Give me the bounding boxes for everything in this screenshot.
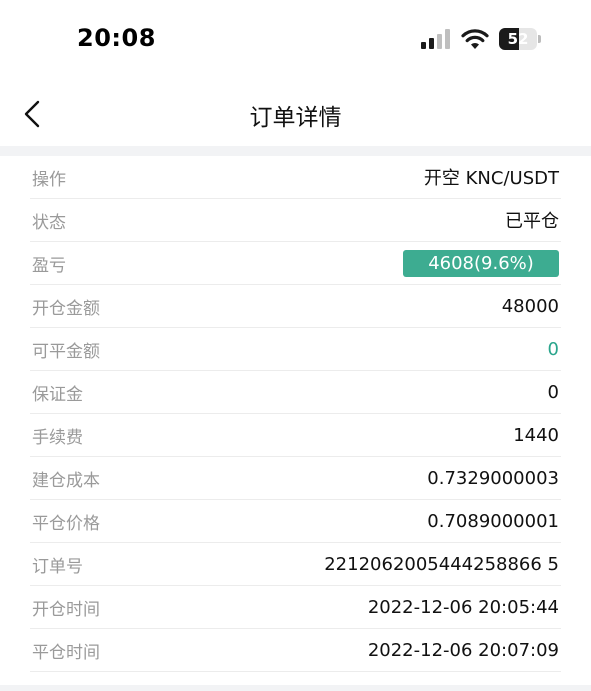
- wifi-icon: [461, 29, 489, 49]
- open-amount-label: 开仓金额: [32, 298, 100, 319]
- entry-cost-label: 建仓成本: [32, 470, 100, 491]
- status-label: 状态: [32, 212, 66, 233]
- status-value: 已平仓: [505, 211, 559, 232]
- detail-row-status: 状态 已平仓: [30, 199, 561, 242]
- closable-amount-label: 可平金额: [32, 341, 100, 362]
- detail-row-operation: 操作 开空 KNC/USDT: [30, 156, 561, 199]
- detail-row-open-time: 开仓时间 2022-12-06 20:05:44: [30, 586, 561, 629]
- status-bar: 20:08 52: [0, 0, 591, 80]
- open-time-value: 2022-12-06 20:05:44: [367, 596, 559, 618]
- detail-row-order-no: 订单号 2212062005444258866 5: [30, 543, 561, 586]
- operation-label: 操作: [32, 169, 66, 190]
- closable-amount-value: 0: [547, 338, 559, 360]
- bottom-divider: [0, 685, 591, 691]
- close-price-value: 0.7089000001: [427, 510, 559, 532]
- open-time-label: 开仓时间: [32, 599, 100, 620]
- page-title: 订单详情: [249, 105, 342, 131]
- fee-value: 1440: [513, 424, 559, 446]
- fee-label: 手续费: [32, 427, 83, 448]
- detail-row-fee: 手续费 1440: [30, 414, 561, 457]
- pnl-label: 盈亏: [32, 255, 66, 276]
- open-amount-value: 48000: [501, 295, 559, 317]
- order-no-label: 订单号: [32, 556, 83, 577]
- battery-level: 52: [507, 30, 529, 48]
- status-time: 20:08: [77, 24, 156, 52]
- entry-cost-value: 0.7329000003: [427, 467, 559, 489]
- detail-row-closable-amount: 可平金额 0: [30, 328, 561, 371]
- detail-row-margin: 保证金 0: [30, 371, 561, 414]
- close-time-label: 平仓时间: [32, 642, 100, 663]
- margin-label: 保证金: [32, 384, 83, 405]
- detail-row-close-price: 平仓价格 0.7089000001: [30, 500, 561, 543]
- operation-value: 开空 KNC/USDT: [423, 168, 559, 189]
- close-price-label: 平仓价格: [32, 513, 100, 534]
- order-no-value: 2212062005444258866 5: [324, 553, 559, 575]
- margin-value: 0: [547, 381, 559, 403]
- nav-bar: 订单详情: [0, 80, 591, 146]
- detail-row-close-time: 平仓时间 2022-12-06 20:07:09: [30, 629, 561, 672]
- battery-icon: 52: [499, 28, 541, 50]
- battery-body: 52: [499, 28, 537, 50]
- close-time-value: 2022-12-06 20:07:09: [367, 639, 559, 661]
- detail-row-pnl: 盈亏 4608(9.6%): [30, 242, 561, 285]
- order-detail-list: 操作 开空 KNC/USDT 状态 已平仓 盈亏 4608(9.6%) 开仓金额…: [30, 156, 561, 672]
- detail-row-open-amount: 开仓金额 48000: [30, 285, 561, 328]
- cellular-signal-icon: [421, 29, 450, 49]
- section-divider: [0, 146, 591, 156]
- pnl-badge: 4608(9.6%): [403, 249, 559, 277]
- status-icons: 52: [421, 26, 541, 52]
- detail-row-entry-cost: 建仓成本 0.7329000003: [30, 457, 561, 500]
- battery-cap: [538, 35, 541, 43]
